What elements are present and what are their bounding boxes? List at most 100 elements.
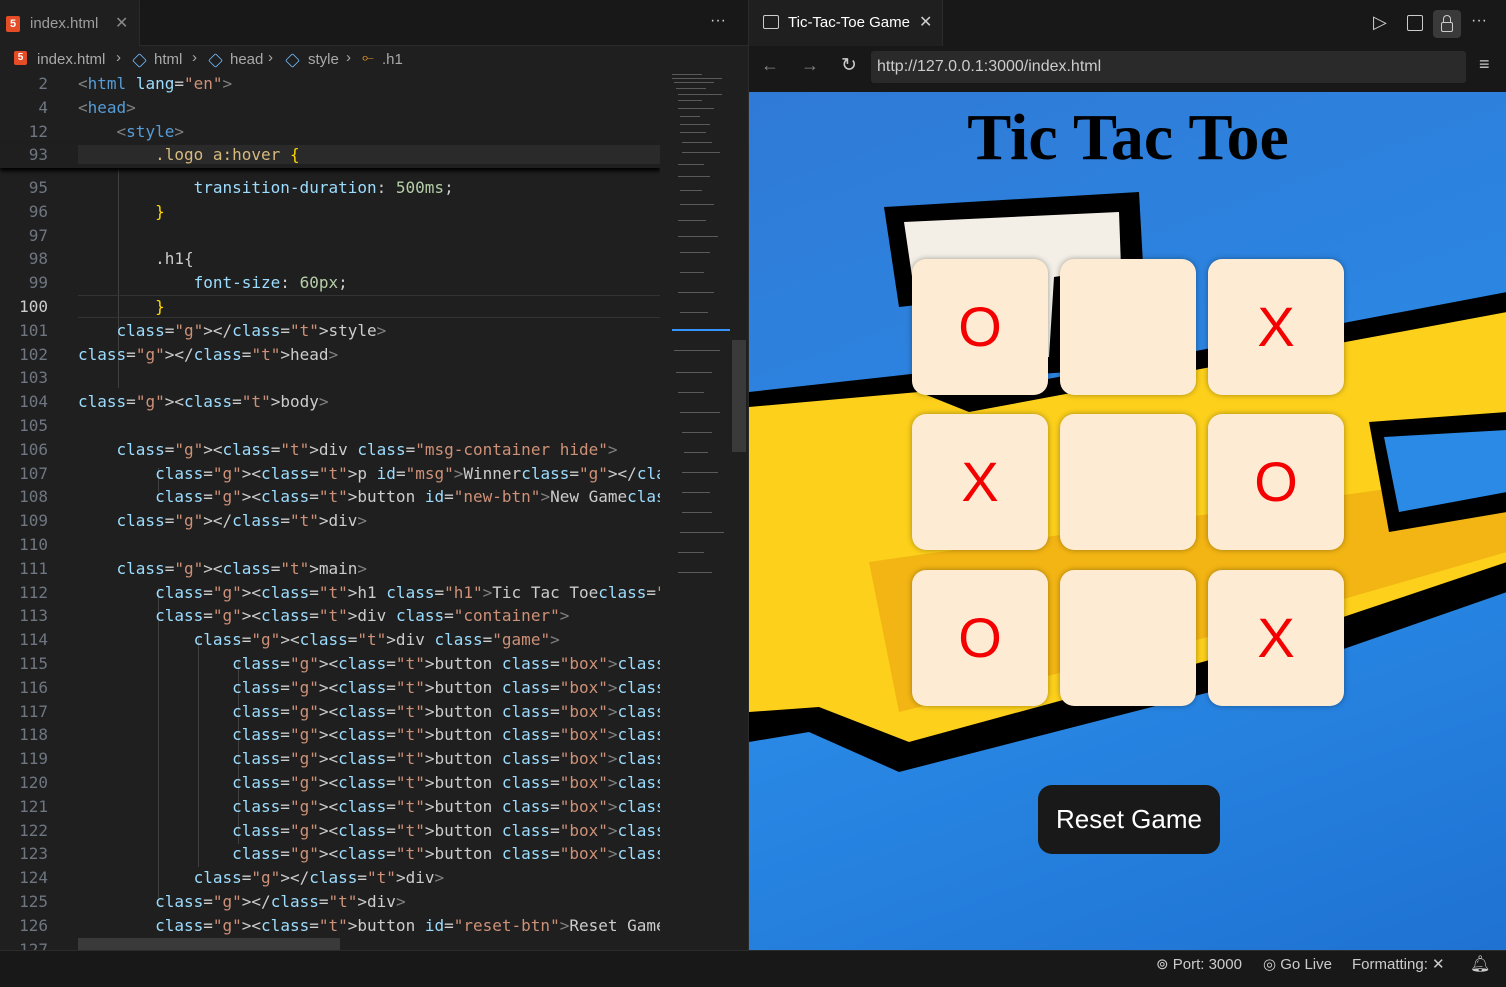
vertical-scrollbar[interactable] [732,72,748,950]
code-editor: 5 index.html ✕ ··· 5 index.html › html ›… [0,0,748,950]
game-box[interactable]: X [1208,259,1344,395]
game-box[interactable]: O [1208,414,1344,550]
browser-tab-title: Tic-Tac-Toe Game [788,14,910,31]
sticky-scroll-line[interactable]: 93 .logo a:hover { [0,144,660,168]
split-editor-icon[interactable] [1407,15,1423,31]
lock-icon [1441,22,1453,32]
code-line: class="g"><class="t">div class="containe… [155,606,570,626]
code-line: class="g"><class="t">button class="box">… [232,725,660,745]
element-icon [285,53,300,68]
more-actions-icon[interactable]: ··· [1471,12,1487,30]
line-number: 119 [19,749,48,769]
broadcast-icon: ⊚ [1156,956,1169,973]
code-line: class="g"><class="t">h1 class="h1">Tic T… [155,582,660,602]
element-icon [208,53,223,68]
port-status[interactable]: ⊚ Port: 3000 [1156,951,1242,981]
lock-shackle [1443,15,1451,23]
go-live-label: Go Live [1280,956,1332,973]
reset-game-button[interactable]: Reset Game [1038,785,1220,854]
line-number: 112 [19,582,48,602]
more-actions-icon[interactable]: ··· [710,12,726,30]
line-number: 116 [19,677,48,697]
play-icon[interactable]: ▷ [1373,12,1387,33]
chevron-right-icon: › [268,49,273,66]
menu-icon[interactable]: ≡ [1479,54,1490,75]
line-number: 118 [19,725,48,745]
code-line: class="g"></class="t">div> [116,511,368,531]
line-number: 100 [19,297,48,316]
code-line: class="g"><class="t">button class="box">… [232,820,660,840]
code-line: <style> [116,122,184,141]
line-number: 97 [28,225,48,245]
code-line: class="g"><class="t">div class="game"> [193,630,560,650]
game-box[interactable]: X [912,414,1048,550]
code-line: class="g"></class="t">div> [193,868,445,888]
close-icon[interactable]: ✕ [919,12,932,32]
game-box[interactable] [1060,570,1196,706]
formatting-status[interactable]: Formatting: ✕ [1352,951,1445,981]
page-title: Tic Tac Toe [967,101,1289,174]
breadcrumb-item[interactable]: index.html [37,51,105,68]
line-number: 113 [19,606,48,626]
code-line: .logo a:hover { [78,145,660,164]
line-number: 111 [19,558,48,578]
line-number: 102 [19,344,48,364]
code-line: class="g"><class="t">button class="box">… [232,654,660,673]
breadcrumb-item[interactable]: .h1 [382,51,403,68]
code-line: class="g"><class="t">button class="box">… [232,701,660,721]
reload-icon[interactable]: ↻ [841,54,857,77]
game-box[interactable] [1060,259,1196,395]
line-number: 110 [19,535,48,554]
bell-icon[interactable]: 🔔︎ [1470,951,1490,981]
code-line: class="g"></class="t">div> [155,892,406,911]
line-number: 96 [28,201,48,221]
chevron-right-icon: › [116,49,121,66]
line-number: 109 [19,511,48,531]
line-number: 115 [19,654,48,673]
line-number: 125 [19,892,48,911]
game-box[interactable]: X [1208,570,1344,706]
web-page: Tic Tac Toe O X X O O X Reset Game [749,92,1506,950]
scrollbar-thumb[interactable] [732,340,746,452]
breadcrumb-item[interactable]: head [230,51,263,68]
browser-tab[interactable]: Tic-Tac-Toe Game ✕ [749,0,943,46]
css-selector-icon: ⟜ [362,49,375,66]
go-live-button[interactable]: ◎ Go Live [1263,951,1332,981]
code-line: class="g"></class="t">style> [116,320,387,340]
minimap[interactable] [662,72,732,950]
chevron-right-icon: › [346,49,351,66]
tab-label: index.html [30,15,99,32]
close-icon[interactable]: ✕ [115,13,128,33]
editor-tab-bar: 5 index.html ✕ ··· [0,0,748,46]
game-box[interactable]: O [912,570,1048,706]
game-box[interactable]: O [912,259,1048,395]
element-icon [132,53,147,68]
back-icon[interactable]: ← [761,55,779,76]
code-line: <head> [78,98,136,117]
line-number: 12 [28,122,48,141]
browser-tab-icon [763,15,779,29]
chevron-right-icon: › [192,49,197,66]
code-line: transition-duration: 500ms; [193,178,454,197]
game-box[interactable] [1060,414,1196,550]
live-icon: ◎ [1263,956,1277,973]
code-line: } [155,297,165,316]
code-line: class="g"><class="t">body> [78,392,329,412]
code-line: class="g"><class="t">button class="box">… [232,773,660,792]
line-number: 106 [19,439,48,459]
line-number: 126 [19,915,48,935]
line-number: 127 [19,939,48,950]
line-number: 98 [28,249,48,269]
horizontal-scrollbar[interactable] [78,938,340,950]
tab-index-html[interactable]: 5 index.html ✕ [0,0,140,46]
breadcrumb-item[interactable]: style [308,51,339,68]
minimap-preview [672,74,730,573]
line-number: 107 [19,463,48,483]
code-area[interactable]: 2 <html lang="en"> 4 <head> 12 <style> 9… [0,72,660,950]
lock-button[interactable] [1433,10,1461,38]
line-number: 99 [28,273,48,293]
breadcrumb-item[interactable]: html [154,51,182,68]
forward-icon[interactable]: → [801,55,819,76]
line-number: 124 [19,868,48,888]
url-input[interactable]: http://127.0.0.1:3000/index.html [871,51,1466,83]
